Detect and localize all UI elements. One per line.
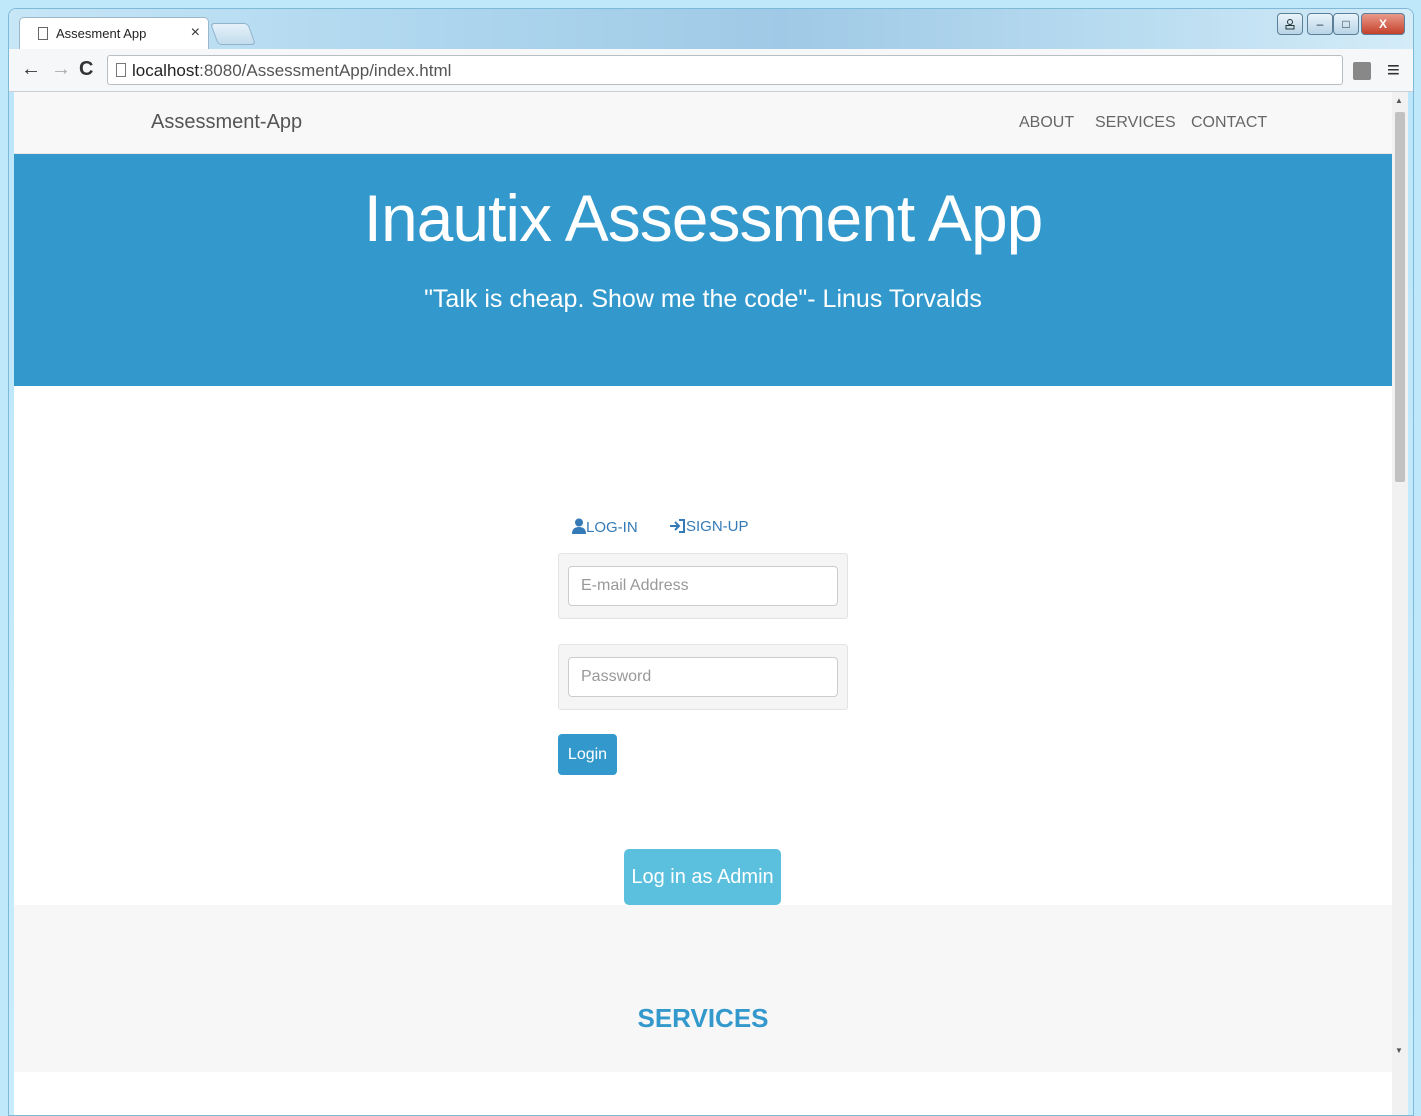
admin-login-button[interactable]: Log in as Admin bbox=[624, 849, 781, 905]
page-viewport: Assessment-App ABOUT SERVICES CONTACT In… bbox=[14, 92, 1392, 1115]
login-button[interactable]: Login bbox=[558, 734, 617, 775]
close-tab-icon[interactable]: × bbox=[191, 24, 200, 42]
back-arrow-icon[interactable]: ← bbox=[21, 59, 41, 79]
tab-login[interactable]: LOG-IN bbox=[572, 518, 638, 536]
new-tab-button[interactable] bbox=[209, 23, 257, 45]
minimize-button[interactable]: – bbox=[1307, 13, 1333, 35]
address-bar[interactable]: localhost:8080/AssessmentApp/index.html bbox=[107, 55, 1343, 85]
maximize-button[interactable]: □ bbox=[1333, 13, 1359, 35]
password-well bbox=[558, 644, 848, 710]
extension-icon[interactable] bbox=[1353, 62, 1371, 80]
page-icon bbox=[38, 27, 48, 40]
tab-title: Assesment App bbox=[56, 26, 147, 41]
forward-arrow-icon[interactable]: → bbox=[51, 59, 71, 79]
tab-signup-label: SIGN-UP bbox=[686, 518, 749, 535]
hamburger-menu-icon[interactable]: ≡ bbox=[1387, 57, 1400, 83]
url-path: :8080/AssessmentApp/index.html bbox=[199, 61, 452, 80]
email-input[interactable] bbox=[568, 566, 838, 606]
scrollbar-thumb[interactable] bbox=[1395, 112, 1405, 482]
hero-banner: Inautix Assessment App "Talk is cheap. S… bbox=[14, 154, 1392, 386]
browser-window: Assesment App × – □ X ← → C localhost:80… bbox=[8, 8, 1414, 1116]
services-heading: SERVICES bbox=[637, 1003, 769, 1033]
url-text: localhost:8080/AssessmentApp/index.html bbox=[132, 61, 451, 81]
reload-icon[interactable]: C bbox=[79, 59, 93, 79]
tab-strip: Assesment App × – □ X bbox=[9, 9, 1413, 49]
browser-tab[interactable]: Assesment App × bbox=[19, 17, 209, 49]
scroll-down-icon[interactable]: ▼ bbox=[1395, 1046, 1403, 1055]
hero-subtitle: "Talk is cheap. Show me the code"- Linus… bbox=[424, 285, 982, 313]
user-icon bbox=[572, 518, 586, 534]
close-window-button[interactable]: X bbox=[1361, 13, 1405, 35]
hero-title: Inautix Assessment App bbox=[363, 181, 1044, 255]
nav-services[interactable]: SERVICES bbox=[1095, 114, 1176, 132]
services-section: SERVICES bbox=[14, 905, 1392, 1072]
email-well bbox=[558, 553, 848, 619]
page-scrollbar[interactable]: ▲ ▼ bbox=[1392, 92, 1408, 1115]
nav-contact[interactable]: CONTACT bbox=[1191, 114, 1267, 132]
password-input[interactable] bbox=[568, 657, 838, 697]
page-icon bbox=[116, 63, 126, 77]
user-icon[interactable] bbox=[1277, 13, 1303, 35]
url-host: localhost bbox=[132, 61, 200, 80]
scroll-up-icon[interactable]: ▲ bbox=[1395, 96, 1403, 105]
tab-signup[interactable]: SIGN-UP bbox=[670, 518, 749, 535]
site-navbar: Assessment-App ABOUT SERVICES CONTACT bbox=[14, 92, 1392, 154]
browser-toolbar: ← → C localhost:8080/AssessmentApp/index… bbox=[9, 49, 1413, 92]
nav-about[interactable]: ABOUT bbox=[1019, 114, 1074, 132]
site-brand[interactable]: Assessment-App bbox=[151, 111, 302, 134]
tab-login-label: LOG-IN bbox=[586, 519, 638, 536]
sign-in-icon bbox=[670, 519, 685, 533]
